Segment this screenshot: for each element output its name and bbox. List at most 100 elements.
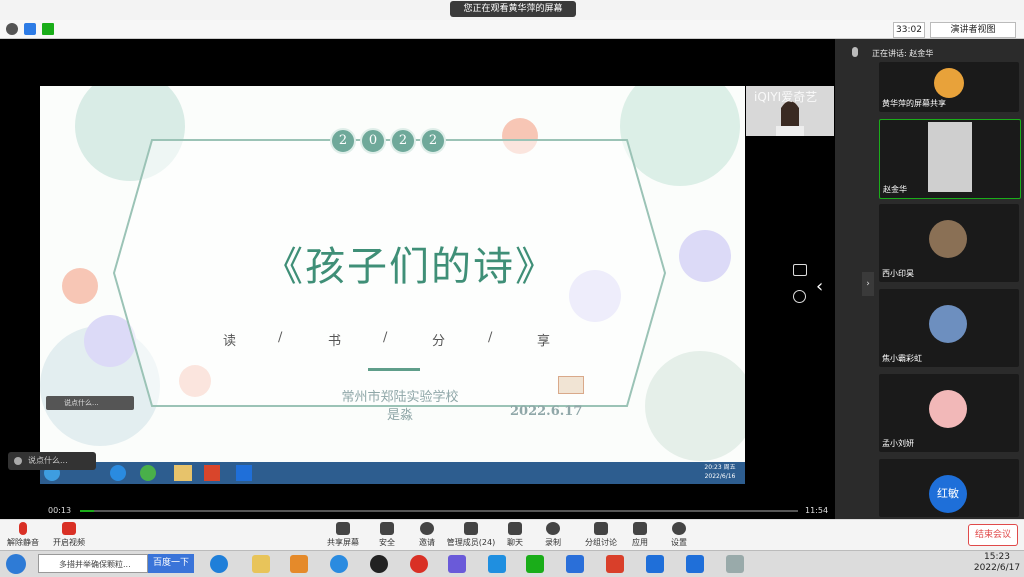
media-icon[interactable] <box>290 555 308 573</box>
windows-taskbar: 多措并举确保颗粒... 百度一下 15:23 2022/6/17 <box>0 550 1024 577</box>
ie-icon[interactable] <box>210 555 228 573</box>
participant-tile[interactable]: 黄华萍的屏幕共享 <box>879 62 1019 112</box>
signal-icon[interactable] <box>42 23 54 35</box>
participant-tile-active[interactable]: 赵金华 <box>879 119 1021 199</box>
progress-track[interactable] <box>80 510 798 512</box>
smile-icon[interactable] <box>14 456 22 465</box>
video-off-icon <box>62 522 76 535</box>
info-icon[interactable] <box>6 23 18 35</box>
meeting-app-icon[interactable] <box>686 555 704 573</box>
members-label: 管理成员(24) <box>446 538 496 547</box>
app-icon <box>140 465 156 481</box>
end-meeting-button[interactable]: 结束会议 <box>968 524 1018 546</box>
taskbar-search-input[interactable]: 多措并举确保颗粒... <box>38 554 148 573</box>
start-video-button[interactable]: 开启视频 <box>46 522 92 548</box>
mic-muted-icon <box>19 522 27 535</box>
explorer-icon[interactable] <box>252 555 270 573</box>
participant-tile[interactable]: 西小印昊 <box>879 204 1019 282</box>
settings-gear-icon[interactable] <box>793 290 806 303</box>
qq-icon[interactable] <box>370 555 388 573</box>
chat-label: 聊天 <box>507 538 523 547</box>
status-bar: 您正在观看黄华萍的屏幕 <box>0 0 1024 21</box>
breakout-icon <box>594 522 608 535</box>
chevron-left-icon[interactable]: ‹ <box>816 276 823 297</box>
app-icon[interactable] <box>566 555 584 573</box>
shared-clock-time: 20:23 周五 <box>704 464 736 471</box>
shared-clock-date: 2022/6/16 <box>704 473 736 480</box>
year-digit: 2 <box>390 128 416 154</box>
progress-fill <box>80 510 94 512</box>
participant-tile[interactable]: 孟小刘妍 <box>879 374 1019 452</box>
share-char: 分 <box>432 334 446 349</box>
share-char: 读 <box>223 334 237 349</box>
settings-label: 设置 <box>671 538 687 547</box>
record-button[interactable]: 录制 <box>530 522 576 548</box>
elapsed-time: 00:13 <box>48 506 72 515</box>
meeting-header: 33:02 演讲者视图 <box>0 20 1024 39</box>
slide-title: 《孩子们的诗》 <box>263 244 557 290</box>
video-app-icon[interactable] <box>448 555 466 573</box>
app-icon <box>110 465 126 481</box>
iqiyi-icon[interactable] <box>526 555 544 573</box>
settings-button[interactable]: 设置 <box>656 522 702 548</box>
taskbar-clock: 15:23 2022/6/17 <box>972 552 1022 574</box>
chat-icon <box>508 522 522 535</box>
apps-label: 应用 <box>632 538 648 547</box>
chevron-right-icon[interactable]: › <box>862 272 874 296</box>
participant-name: 红敏 <box>929 475 967 513</box>
chat-placeholder: 说点什么... <box>28 456 68 465</box>
record-label: 录制 <box>545 538 561 547</box>
share-screen-icon <box>336 522 350 535</box>
unmute-label: 解除静音 <box>7 538 39 547</box>
avatar <box>934 68 964 98</box>
unmute-button[interactable]: 解除静音 <box>0 522 46 548</box>
netease-icon[interactable] <box>410 555 428 573</box>
year-digit: 0 <box>360 128 386 154</box>
invite-label: 邀请 <box>419 538 435 547</box>
share-char: / <box>278 330 283 345</box>
participant-name: 赵金华 <box>883 185 907 194</box>
presenter-camera[interactable]: iQIYI爱奇艺 <box>746 86 834 136</box>
shield-icon <box>380 522 394 535</box>
camera-icon[interactable] <box>793 264 807 276</box>
participant-name: 孟小刘妍 <box>882 439 914 448</box>
meeting-timer: 33:02 <box>893 22 925 38</box>
baidu-search-button[interactable]: 百度一下 <box>148 554 194 573</box>
side-tools <box>788 262 812 308</box>
share-screen-label: 共享屏幕 <box>327 538 359 547</box>
shared-taskbar: 20:23 周五 2022/6/16 <box>40 462 745 484</box>
meeting-app-icon <box>236 465 252 481</box>
invite-button[interactable]: 邀请 <box>404 522 450 548</box>
manage-members-button[interactable]: 管理成员(24) <box>445 522 497 548</box>
wps-icon[interactable] <box>606 555 624 573</box>
app-icon[interactable] <box>646 555 664 573</box>
avatar <box>929 305 967 343</box>
inner-chat-bar: 说点什么... <box>46 396 134 410</box>
windows-start-icon[interactable] <box>6 554 26 574</box>
teacher-name: 是淼 <box>386 408 413 423</box>
avatar <box>929 390 967 428</box>
breakout-label: 分组讨论 <box>585 538 617 547</box>
invite-icon <box>420 522 434 535</box>
chat-input[interactable]: 说点什么... <box>8 452 96 470</box>
ppt-icon <box>204 465 220 481</box>
year-digit: 2 <box>420 128 446 154</box>
participant-tile[interactable]: 红敏 <box>879 459 1019 517</box>
screen-sharing-banner[interactable]: 您正在观看黄华萍的屏幕 <box>450 1 576 17</box>
video-watermark: iQIYI爱奇艺 <box>754 90 818 104</box>
security-label: 安全 <box>379 538 395 547</box>
folder-icon <box>174 465 192 481</box>
slide-date: 2022.6.17 <box>510 404 583 419</box>
share-char: 书 <box>328 334 342 349</box>
year-digit: 2 <box>330 128 356 154</box>
share-screen-button[interactable]: 共享屏幕 <box>320 522 366 548</box>
speaker-view-button[interactable]: 演讲者视图 <box>930 22 1016 38</box>
share-char: / <box>383 330 388 345</box>
shield-icon[interactable] <box>24 23 36 35</box>
participant-tile[interactable]: 焦小霸彩虹 <box>879 289 1019 367</box>
app-icon[interactable] <box>488 555 506 573</box>
share-char: 享 <box>537 334 551 349</box>
app-icon[interactable] <box>330 555 348 573</box>
gear-icon <box>672 522 686 535</box>
app-icon[interactable] <box>726 555 744 573</box>
